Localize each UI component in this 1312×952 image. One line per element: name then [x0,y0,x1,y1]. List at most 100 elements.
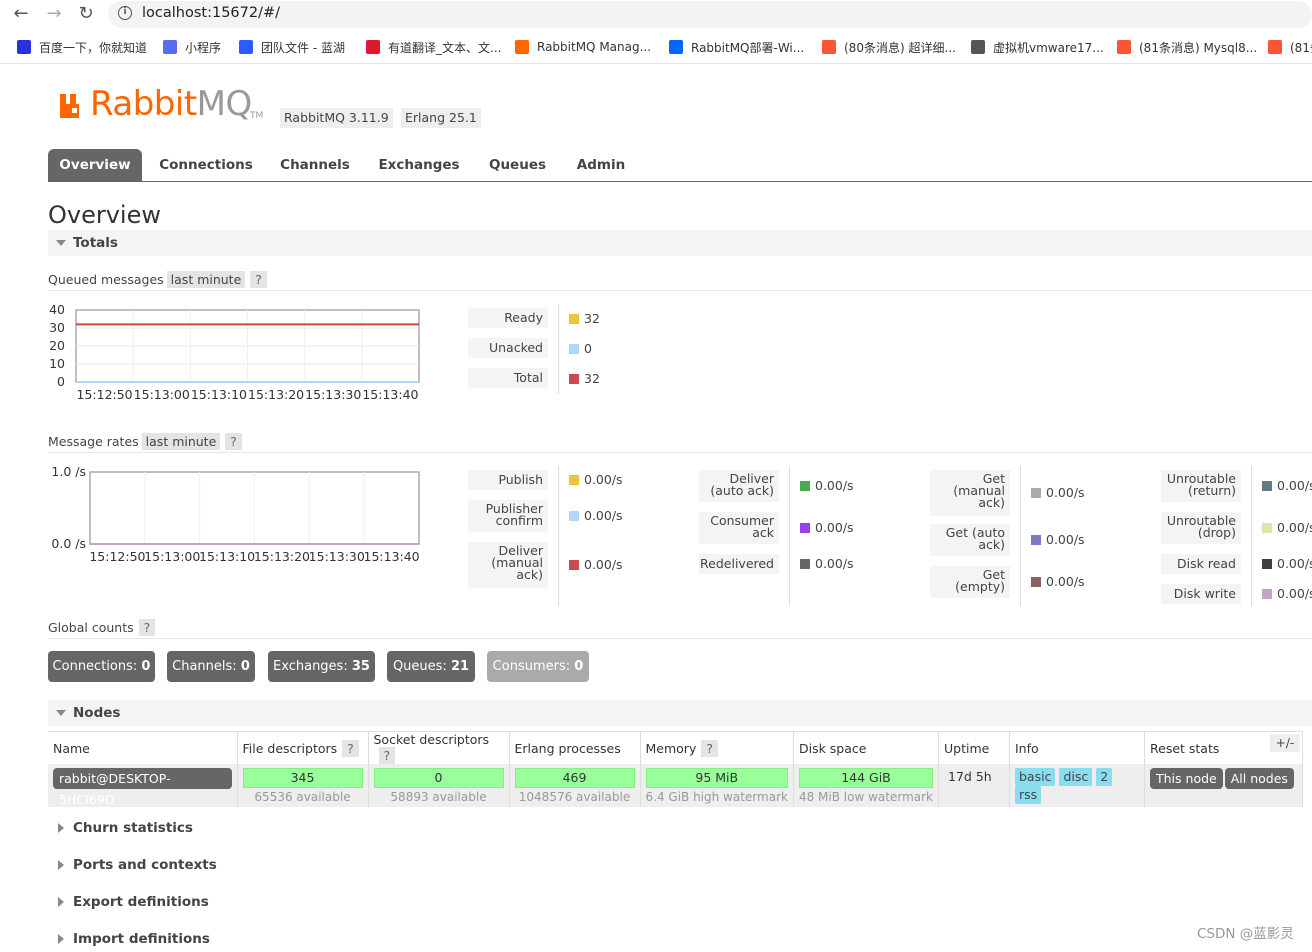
tab-connections[interactable]: Connections [151,149,261,182]
bookmark-item[interactable]: (81条消息) Mysql8... [1117,39,1257,55]
rate-value-text: 0.00/s [815,556,854,571]
expand-triangle-icon [58,860,64,870]
global-count-value: 35 [351,659,370,674]
reset-this-node-button[interactable]: This node [1150,768,1223,789]
rates-range-selector[interactable]: last minute [141,433,221,450]
rate-value-text: 0.00/s [1046,532,1085,547]
rabbitmq-logo-icon [60,94,79,118]
tab-exchanges[interactable]: Exchanges [370,149,468,182]
legend-swatch [569,511,579,521]
erlang-version: Erlang 25.1 [401,108,481,128]
info-tag[interactable]: rss [1015,786,1042,804]
divider [48,638,1312,639]
memory-help-button[interactable]: ? [701,739,718,757]
address-bar[interactable] [108,1,1312,28]
global-counts-label: Global counts [48,620,134,635]
col-socket-descriptors: Socket descriptors? [368,731,510,764]
bookmark-item[interactable]: 虚拟机vmware17... [971,39,1104,55]
col-memory: Memory? [640,731,794,764]
global-count-label: Channels: [172,659,237,674]
reset-all-nodes-button[interactable]: All nodes [1224,768,1294,789]
collapse-triangle-icon [56,240,66,246]
csdn-icon [1117,40,1131,54]
section-title: Ports and contexts [73,857,217,873]
sd-help-button[interactable]: ? [378,747,396,764]
sd-available: 58893 available [390,790,487,804]
url-text[interactable]: localhost:15672/#/ [142,5,280,21]
global-count-consumers[interactable]: Consumers: 0 [487,651,589,682]
baidu-icon [17,40,31,54]
bookmark-item[interactable]: (81条 [1268,39,1312,55]
node-name-link[interactable]: rabbit@DESKTOP-5HCI69O [53,768,232,807]
ep-cell: 469 1048576 available [509,764,641,807]
rate-value: 0.00/s [1031,532,1085,547]
uptime-cell: 17d 5h [938,764,1010,807]
bookmark-item[interactable]: (80条消息) 超详细... [822,39,956,55]
bookmark-item[interactable]: 有道翻译_文本、文... [366,39,501,55]
global-count-queues[interactable]: Queues: 21 [387,651,475,682]
nodes-section-header[interactable]: Nodes [48,700,1312,726]
x-tick-label: 15:13:40 [362,387,418,402]
rabbitmq-icon [515,40,529,54]
tab-overview[interactable]: Overview [48,149,142,182]
csdn-icon [822,40,836,54]
info-tag[interactable]: disc [1059,768,1093,786]
queued-help-button[interactable]: ? [250,271,267,288]
rate-value: 0.00/s [800,556,854,571]
legend-swatch [569,374,579,384]
sd-bar: 0 [373,768,504,788]
info-tag[interactable]: 2 [1096,768,1113,786]
message-rates-label: Message rates [48,434,139,449]
import-definitions-section[interactable]: Import definitions [48,926,448,952]
bookmark-item[interactable]: 百度一下，你就知道 [17,39,147,55]
tab-admin[interactable]: Admin [566,149,636,182]
bookmark-item[interactable]: 小程序 [163,39,221,55]
legend-swatch [1262,589,1272,599]
fd-help-button[interactable]: ? [342,739,359,757]
rate-value-text: 0.00/s [1046,574,1085,589]
expand-triangle-icon [58,897,64,907]
rate-label: Disk read [1161,554,1241,574]
forward-arrow-icon[interactable]: → [43,3,65,25]
export-definitions-section[interactable]: Export definitions [48,889,448,915]
toggle-columns-button[interactable]: +/- [1270,734,1300,752]
rate-value: 0.00/s [800,478,854,493]
bookmark-item[interactable]: RabbitMQ Manag... [515,39,651,55]
churn-statistics-section[interactable]: Churn statistics [48,815,448,841]
col-info: Info [1009,731,1145,764]
global-count-connections[interactable]: Connections: 0 [48,651,155,682]
global-count-exchanges[interactable]: Exchanges: 35 [268,651,375,682]
rate-value-text: 0.00/s [1277,520,1312,535]
tab-queues[interactable]: Queues [480,149,555,182]
ep-available: 1048576 available [518,790,631,804]
bookmark-label: (80条消息) 超详细... [844,40,956,55]
sd-cell: 0 58893 available [368,764,510,807]
global-count-channels[interactable]: Channels: 0 [167,651,255,682]
rate-value: 0.00/s [569,472,623,487]
info-cell: basic disc 2 rss [1009,764,1145,807]
bookmark-item[interactable]: RabbitMQ部署-Wi... [669,39,804,55]
rate-label: Deliver (auto ack) [699,470,779,502]
rates-help-button[interactable]: ? [225,433,242,450]
rate-label: Consumer ack [699,512,779,544]
reload-icon[interactable]: ↻ [75,3,97,25]
rate-label: Publish [468,470,548,490]
info-icon[interactable]: i [118,6,132,20]
global-count-value: 21 [450,659,470,674]
legend-swatch [569,560,579,570]
info-tag[interactable]: basic [1015,768,1056,786]
legend-swatch [1262,523,1272,533]
back-arrow-icon[interactable]: ← [10,3,32,25]
legend-swatch [1262,481,1272,491]
global-help-button[interactable]: ? [138,619,156,636]
legend-swatch [800,481,810,491]
bookmark-item[interactable]: 团队文件 - 蓝湖 [239,39,345,55]
rate-value-text: 0.00/s [584,557,623,572]
rabbitmq-version: RabbitMQ 3.11.9 [280,108,393,128]
ports-contexts-section[interactable]: Ports and contexts [48,852,448,878]
logo-rabbit-text: Rabbit [90,84,197,124]
queued-range-selector[interactable]: last minute [166,271,246,288]
x-tick-label: 15:13:00 [144,549,200,564]
totals-section-header[interactable]: Totals [48,230,1312,256]
tab-channels[interactable]: Channels [271,149,359,182]
